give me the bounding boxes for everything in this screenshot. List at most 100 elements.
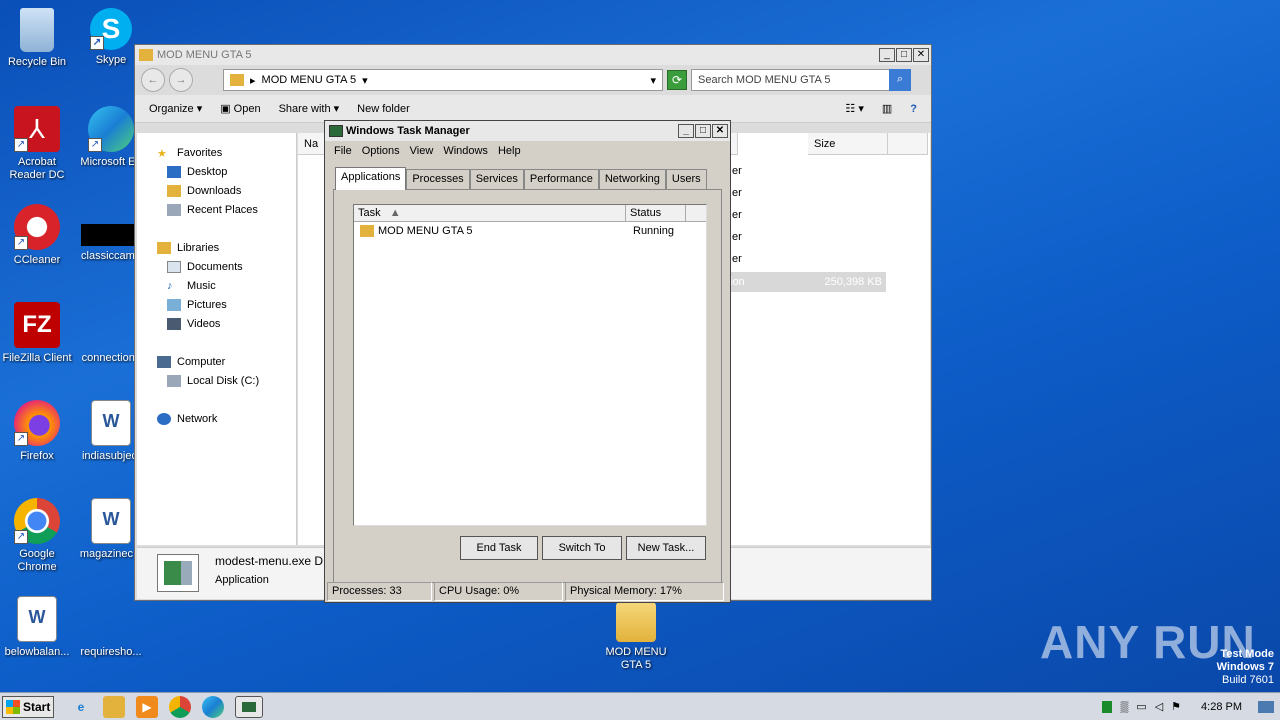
tab-users[interactable]: Users — [665, 169, 707, 189]
nav-recent-places[interactable]: Recent Places — [137, 200, 296, 219]
help-icon[interactable]: ? — [910, 103, 917, 115]
media-player-icon[interactable]: ▶ — [136, 695, 158, 718]
task-manager-title: Windows Task Manager — [346, 125, 470, 137]
menu-view[interactable]: View — [405, 145, 439, 157]
desktop-icon-firefox[interactable]: ↗ Firefox — [0, 400, 74, 463]
minimize-button[interactable]: _ — [678, 124, 694, 138]
table-row[interactable]: er — [732, 231, 742, 243]
nav-pictures[interactable]: Pictures — [137, 295, 296, 314]
nav-documents[interactable]: Documents — [137, 257, 296, 276]
address-bar[interactable]: ▸ MOD MENU GTA 5 ▾ ▾ — [223, 69, 663, 91]
dropdown-arrow-icon[interactable]: ▾ — [650, 74, 656, 87]
switch-to-button[interactable]: Switch To — [542, 536, 622, 560]
nav-computer[interactable]: Computer — [137, 352, 296, 371]
task-manager-titlebar[interactable]: Windows Task Manager _ □ ✕ — [325, 121, 730, 141]
action-center-flag-icon[interactable]: ⚑ — [1171, 700, 1181, 713]
chevron-down-icon[interactable]: ▾ — [362, 74, 368, 87]
desktop-icon-mod-menu-folder[interactable]: MOD MENU GTA 5 — [599, 602, 673, 672]
tab-services[interactable]: Services — [469, 169, 524, 189]
volume-icon[interactable]: ◁ — [1155, 700, 1163, 713]
sort-ascending-icon: ▲ — [389, 207, 401, 219]
view-options-icon[interactable]: ☷ ▾ — [845, 102, 863, 115]
table-row-selected[interactable]: ion 250,398 KB — [712, 272, 886, 292]
tray-expand-icon[interactable]: ▒ — [1120, 701, 1128, 713]
network-tray-icon[interactable]: ▭ — [1136, 700, 1146, 713]
desktop-icon-filezilla[interactable]: FZ FileZilla Client — [0, 302, 74, 365]
task-manager-icon — [329, 125, 343, 137]
menu-bar: File Options View Windows Help — [325, 141, 730, 161]
organize-button[interactable]: Organize ▾ — [149, 102, 202, 115]
menu-help[interactable]: Help — [493, 145, 526, 157]
desktop-icon-recycle-bin[interactable]: Recycle Bin — [0, 8, 74, 69]
task-manager-window[interactable]: Windows Task Manager _ □ ✕ File Options … — [324, 120, 731, 603]
menu-windows[interactable]: Windows — [438, 145, 493, 157]
explorer-titlebar[interactable]: MOD MENU GTA 5 _ □ ✕ — [135, 45, 931, 65]
show-desktop-button[interactable] — [1258, 700, 1274, 713]
application-icon — [157, 554, 199, 592]
close-button[interactable]: ✕ — [712, 124, 728, 138]
nav-downloads[interactable]: Downloads — [137, 181, 296, 200]
open-button[interactable]: ▣ Open — [220, 102, 260, 115]
new-folder-button[interactable]: New folder — [357, 103, 410, 115]
end-task-button[interactable]: End Task — [460, 536, 538, 560]
nav-videos[interactable]: Videos — [137, 314, 296, 333]
tab-processes[interactable]: Processes — [406, 169, 470, 189]
chevron-right-icon[interactable]: ▸ — [250, 74, 256, 87]
table-row[interactable]: er — [732, 187, 742, 199]
nav-network[interactable]: Network — [137, 409, 296, 428]
nav-desktop[interactable]: Desktop — [137, 162, 296, 181]
system-tray: ▒ ▭ ◁ ⚑ 4:28 PM — [1102, 700, 1280, 713]
tab-networking[interactable]: Networking — [598, 169, 666, 189]
column-status[interactable]: Status — [626, 205, 686, 221]
navigation-pane: ★ Favorites Desktop Downloads Recent Plac… — [137, 133, 297, 545]
menu-options[interactable]: Options — [357, 145, 405, 157]
music-icon: ♪ — [167, 279, 173, 292]
acrobat-icon: ⅄ ↗ — [14, 106, 60, 152]
share-with-button[interactable]: Share with ▾ — [279, 102, 340, 115]
close-button[interactable]: ✕ — [913, 48, 929, 62]
table-row[interactable]: er — [732, 253, 742, 265]
preview-pane-icon[interactable]: ▥ — [882, 102, 892, 115]
table-row[interactable]: er — [732, 209, 742, 221]
desktop-icon-acrobat[interactable]: ⅄ ↗ Acrobat Reader DC — [0, 106, 74, 182]
chrome-icon[interactable] — [169, 695, 191, 718]
desktop-icon-ccleaner[interactable]: ↗ CCleaner — [0, 204, 74, 267]
new-task-button[interactable]: New Task... — [626, 536, 706, 560]
desktop-icon-requiresho[interactable]: requiresho... — [74, 596, 148, 659]
task-row[interactable]: MOD MENU GTA 5 Running — [354, 222, 706, 240]
filezilla-icon: FZ — [14, 302, 60, 348]
task-manager-taskbar-icon[interactable] — [235, 695, 263, 718]
nav-local-disk[interactable]: Local Disk (C:) — [137, 371, 296, 390]
recent-places-icon — [167, 203, 181, 216]
start-button[interactable]: Start — [2, 695, 54, 718]
star-icon: ★ — [157, 147, 167, 160]
minimize-button[interactable]: _ — [879, 48, 895, 62]
refresh-button[interactable]: ⟳ — [667, 70, 687, 90]
tray-app-icon[interactable] — [1102, 700, 1113, 713]
table-row[interactable]: er — [732, 165, 742, 177]
search-icon[interactable]: ⌕ — [889, 69, 911, 91]
clock[interactable]: 4:28 PM — [1201, 701, 1242, 713]
column-size[interactable]: Size — [808, 133, 888, 155]
tab-performance[interactable]: Performance — [523, 169, 599, 189]
forward-button[interactable]: → — [169, 68, 193, 92]
file-explorer-icon[interactable] — [103, 695, 125, 718]
details-filename-suffix: D — [314, 554, 324, 568]
task-list[interactable]: Task ▲ Status MOD MENU GTA 5 Running — [353, 204, 707, 526]
taskbar: Start e ▶ ▒ ▭ ◁ ⚑ 4:28 PM — [0, 692, 1280, 720]
tab-applications[interactable]: Applications — [335, 167, 407, 190]
nav-libraries[interactable]: Libraries — [137, 238, 296, 257]
maximize-button[interactable]: □ — [695, 124, 711, 138]
back-button[interactable]: ← — [141, 68, 165, 92]
edge-icon[interactable] — [202, 695, 224, 718]
internet-explorer-icon[interactable]: e — [70, 696, 92, 718]
desktop-icon-chrome[interactable]: ↗ Google Chrome — [0, 498, 74, 574]
nav-music[interactable]: ♪ Music — [137, 276, 296, 295]
maximize-button[interactable]: □ — [896, 48, 912, 62]
menu-file[interactable]: File — [329, 145, 357, 157]
search-input[interactable]: Search MOD MENU GTA 5 ⌕ — [691, 69, 911, 91]
column-extra[interactable] — [888, 133, 928, 155]
desktop-icon-belowbalan[interactable]: W belowbalan... — [0, 596, 74, 659]
column-task[interactable]: Task ▲ — [354, 205, 626, 221]
nav-favorites[interactable]: ★ Favorites — [137, 143, 296, 162]
